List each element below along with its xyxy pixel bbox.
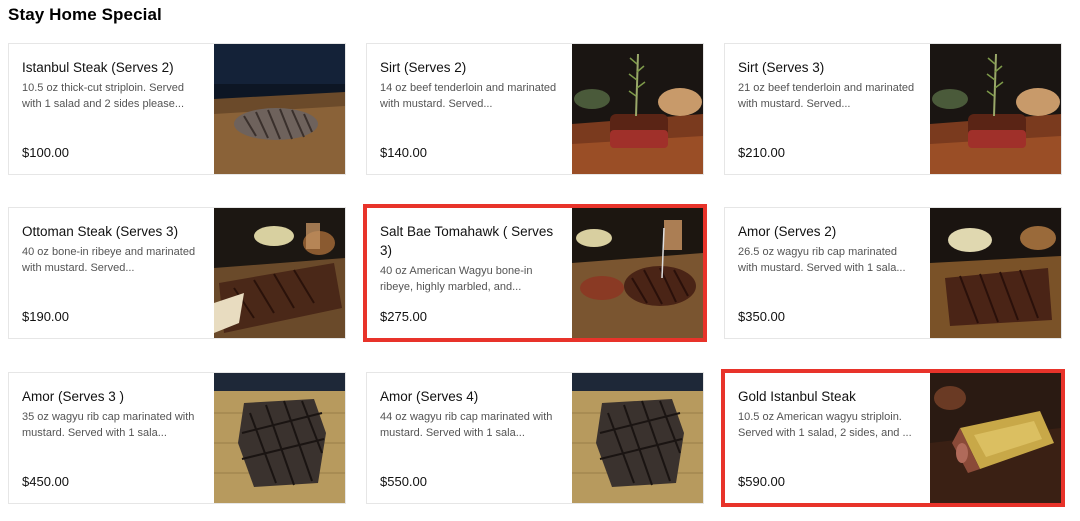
item-name: Istanbul Steak (Serves 2) [22, 60, 174, 75]
item-price: $450.00 [22, 474, 69, 489]
grilled-steak-wood-photo [214, 373, 345, 503]
rib-cap-board-photo [930, 208, 1061, 338]
item-description: 14 oz beef tenderloin and marinated with… [380, 82, 557, 110]
item-name: Sirt (Serves 3) [738, 60, 825, 75]
item-price: $140.00 [380, 145, 427, 160]
item-price: $590.00 [738, 474, 785, 489]
item-description: 21 oz beef tenderloin and marinated with… [738, 82, 915, 110]
menu-item-card[interactable]: Salt Bae Tomahawk ( Serves 3) 40 oz Amer… [366, 207, 704, 339]
item-name: Ottoman Steak (Serves 3) [22, 224, 179, 239]
grilled-steak-wood-photo [572, 373, 703, 503]
item-price: $275.00 [380, 309, 427, 324]
item-price: $350.00 [738, 309, 785, 324]
tomahawk-photo [572, 208, 703, 338]
menu-item-card[interactable]: Istanbul Steak (Serves 2) 10.5 oz thick-… [8, 43, 346, 175]
menu-item-card[interactable]: Sirt (Serves 2) 14 oz beef tenderloin an… [366, 43, 704, 175]
item-name: Salt Bae Tomahawk ( Serves 3) [380, 224, 554, 258]
item-price: $210.00 [738, 145, 785, 160]
steak-on-board-photo [214, 44, 345, 174]
menu-item-card[interactable]: Ottoman Steak (Serves 3) 40 oz bone-in r… [8, 207, 346, 339]
item-description: 40 oz American Wagyu bone-in ribeye, hig… [380, 265, 533, 293]
menu-item-card[interactable]: Amor (Serves 3 ) 35 oz wagyu rib cap mar… [8, 372, 346, 504]
item-description: 40 oz bone-in ribeye and marinated with … [22, 246, 196, 274]
menu-grid: Istanbul Steak (Serves 2) 10.5 oz thick-… [0, 0, 1080, 521]
menu-item-card[interactable]: Gold Istanbul Steak 10.5 oz American wag… [724, 372, 1062, 504]
item-description: 10.5 oz thick-cut striploin. Served with… [22, 82, 185, 110]
bone-in-ribeye-photo [214, 208, 345, 338]
menu-item-card[interactable]: Sirt (Serves 3) 21 oz beef tenderloin an… [724, 43, 1062, 175]
item-description: 35 oz wagyu rib cap marinated with musta… [22, 411, 195, 439]
menu-item-card[interactable]: Amor (Serves 2) 26.5 oz wagyu rib cap ma… [724, 207, 1062, 339]
item-name: Amor (Serves 3 ) [22, 389, 125, 404]
item-description: 44 oz wagyu rib cap marinated with musta… [380, 411, 553, 439]
item-name: Amor (Serves 4) [380, 389, 479, 404]
item-name: Amor (Serves 2) [738, 224, 837, 239]
tenderloin-rosemary-photo [930, 44, 1061, 174]
item-name: Gold Istanbul Steak [738, 389, 856, 404]
item-description: 10.5 oz American wagyu striploin. Served… [738, 411, 912, 439]
item-name: Sirt (Serves 2) [380, 60, 467, 75]
item-price: $550.00 [380, 474, 427, 489]
item-description: 26.5 oz wagyu rib cap marinated with mus… [738, 246, 906, 274]
item-price: $190.00 [22, 309, 69, 324]
item-price: $100.00 [22, 145, 69, 160]
gold-leaf-steak-photo [930, 373, 1061, 503]
tenderloin-rosemary-photo [572, 44, 703, 174]
menu-item-card[interactable]: Amor (Serves 4) 44 oz wagyu rib cap mari… [366, 372, 704, 504]
